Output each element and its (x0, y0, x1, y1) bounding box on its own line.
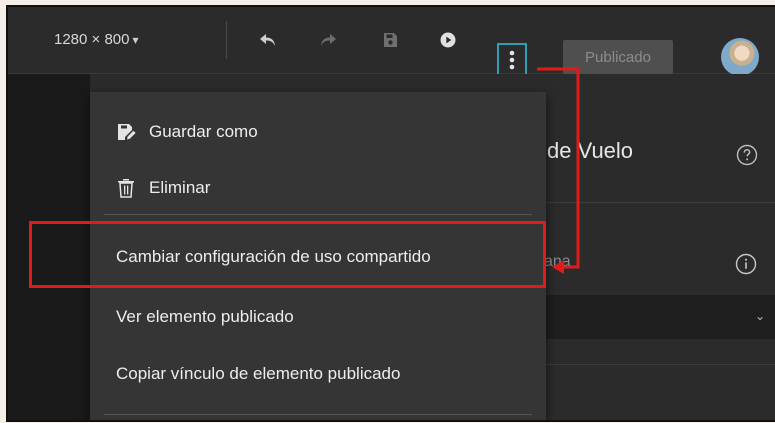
annotation-arrow (537, 67, 580, 274)
